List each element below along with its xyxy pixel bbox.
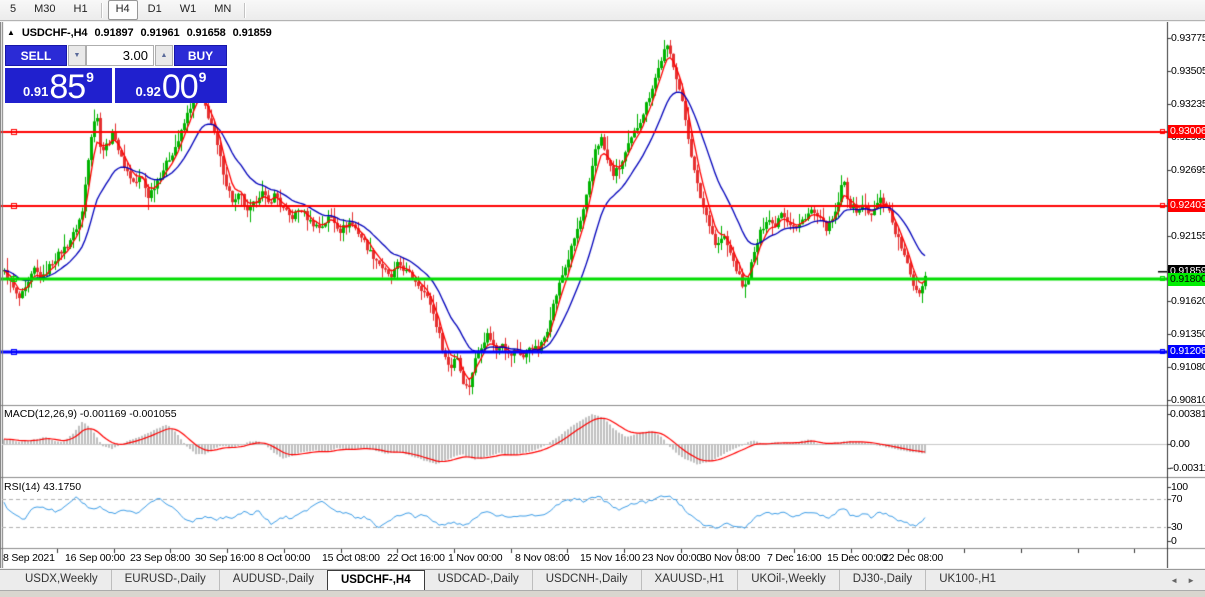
collapse-chart-icon[interactable]: ▲ xyxy=(7,28,15,38)
price-tick-label: 0.91080 xyxy=(1171,361,1205,373)
time-axis-label: 16 Sep 00:00 xyxy=(65,552,125,564)
chevron-down-icon: ▼ xyxy=(74,52,81,59)
one-click-trading-panel: SELL ▼ ▲ BUY 0.91 85 9 0.92 00 9 xyxy=(5,45,227,103)
rsi-scale-label: 100 xyxy=(1171,481,1188,493)
time-axis-label: 15 Oct 08:00 xyxy=(322,552,380,564)
ohlc-high: 0.91961 xyxy=(141,27,180,39)
time-axis-label: 15 Dec 00:00 xyxy=(827,552,887,564)
chart-tab-uk100-h1[interactable]: UK100-,H1 xyxy=(925,570,1009,590)
timeframe-button-w1[interactable]: W1 xyxy=(172,0,205,20)
tab-scroll-arrows: ◄► xyxy=(1170,570,1205,590)
timeframe-button-5[interactable]: 5 xyxy=(2,0,24,20)
time-axis-label: 15 Nov 16:00 xyxy=(580,552,640,564)
buy-price-big: 00 xyxy=(162,71,198,103)
price-tick-label: 0.91350 xyxy=(1171,328,1205,340)
chart-title: ▲ USDCHF-,H4 0.91897 0.91961 0.91658 0.9… xyxy=(7,27,272,39)
chart-tab-usdcnh-daily[interactable]: USDCNH-,Daily xyxy=(532,570,641,590)
sell-price-sup: 9 xyxy=(86,69,94,85)
ohlc-low: 0.91658 xyxy=(187,27,226,39)
ohlc-close: 0.91859 xyxy=(233,27,272,39)
macd-indicator-label: MACD(12,26,9) -0.001169 -0.001055 xyxy=(4,408,177,420)
price-tick-label: 0.92155 xyxy=(1171,230,1205,242)
ohlc-open: 0.91897 xyxy=(94,27,133,39)
price-tick-label: 0.93775 xyxy=(1171,32,1205,44)
sell-price-display[interactable]: 0.91 85 9 xyxy=(5,68,112,103)
time-axis-label: 30 Nov 08:00 xyxy=(700,552,760,564)
timeframe-button-m30[interactable]: M30 xyxy=(26,0,63,20)
time-axis-label: 23 Nov 00:00 xyxy=(642,552,702,564)
price-tick-label: 0.90810 xyxy=(1171,394,1205,406)
price-tick-label: 0.93505 xyxy=(1171,65,1205,77)
buy-price-sup: 9 xyxy=(199,69,207,85)
time-axis-label: 23 Sep 08:00 xyxy=(130,552,190,564)
sell-price-big: 85 xyxy=(49,71,85,103)
price-tick-label: 0.92695 xyxy=(1171,164,1205,176)
time-axis-label: 8 Sep 2021 xyxy=(3,552,55,564)
sell-button[interactable]: SELL xyxy=(5,45,67,66)
price-tick-label: 0.91620 xyxy=(1171,295,1205,307)
chart-tab-usdx-weekly[interactable]: USDX,Weekly xyxy=(12,570,111,590)
rsi-scale-label: 30 xyxy=(1171,521,1182,533)
macd-scale-label: -0.00311 xyxy=(1170,462,1205,474)
chart-tab-usdcad-daily[interactable]: USDCAD-,Daily xyxy=(425,570,532,590)
macd-scale-label: 0.003815 xyxy=(1170,408,1205,420)
price-line-label[interactable]: 0.91800 xyxy=(1168,273,1205,286)
time-axis-label: 22 Oct 16:00 xyxy=(387,552,445,564)
timeframe-button-d1[interactable]: D1 xyxy=(140,0,170,20)
time-axis-label: 22 Dec 08:00 xyxy=(883,552,943,564)
timeframe-toolbar: 5M30H1 H4D1W1MN xyxy=(0,0,1205,21)
status-strip xyxy=(0,590,1205,597)
price-tick-label: 0.93235 xyxy=(1171,98,1205,110)
buy-price-display[interactable]: 0.92 00 9 xyxy=(115,68,227,103)
mt4-terminal: { "toolbar": { "timeframes": ["5", "M30"… xyxy=(0,0,1205,597)
time-axis-label: 7 Dec 16:00 xyxy=(767,552,821,564)
toolbar-separator xyxy=(244,3,246,18)
rsi-scale-label: 70 xyxy=(1171,493,1182,505)
volume-increase-button[interactable]: ▲ xyxy=(155,45,173,66)
chart-tab-eurusd-daily[interactable]: EURUSD-,Daily xyxy=(111,570,219,590)
price-line-label[interactable]: 0.92403 xyxy=(1168,199,1205,212)
time-axis-label: 1 Nov 00:00 xyxy=(448,552,502,564)
volume-decrease-button[interactable]: ▼ xyxy=(68,45,86,66)
volume-input[interactable] xyxy=(86,45,154,66)
chart-window: ▲ USDCHF-,H4 0.91897 0.91961 0.91658 0.9… xyxy=(0,22,1205,568)
macd-scale-label: 0.00 xyxy=(1170,438,1190,450)
price-line-label[interactable]: 0.91206 xyxy=(1168,345,1205,358)
buy-button[interactable]: BUY xyxy=(174,45,227,66)
timeframe-button-h1[interactable]: H1 xyxy=(66,0,96,20)
sell-price-small: 0.91 xyxy=(23,84,48,99)
rsi-indicator-label: RSI(14) 43.1750 xyxy=(4,481,81,493)
rsi-scale-label: 0 xyxy=(1171,535,1177,547)
time-axis-label: 8 Oct 00:00 xyxy=(258,552,310,564)
timeframe-button-h4[interactable]: H4 xyxy=(108,0,138,20)
time-axis-label: 8 Nov 08:00 xyxy=(515,552,569,564)
time-axis-label: 30 Sep 16:00 xyxy=(195,552,255,564)
timeframe-button-mn[interactable]: MN xyxy=(206,0,239,20)
buy-price-small: 0.92 xyxy=(136,84,161,99)
chart-tab-dj30-daily[interactable]: DJ30-,Daily xyxy=(839,570,925,590)
chart-tab-usdchf-h4[interactable]: USDCHF-,H4 xyxy=(327,570,425,590)
price-line-label[interactable]: 0.93006 xyxy=(1168,125,1205,138)
chart-tab-xauusd-h1[interactable]: XAUUSD-,H1 xyxy=(641,570,738,590)
tab-scroll-right-icon[interactable]: ► xyxy=(1187,576,1195,585)
chart-symbol-label: USDCHF-,H4 xyxy=(22,27,88,39)
chart-tabs-bar: USDX,WeeklyEURUSD-,DailyAUDUSD-,DailyUSD… xyxy=(0,569,1205,590)
chart-tab-audusd-daily[interactable]: AUDUSD-,Daily xyxy=(219,570,327,590)
chart-tab-ukoil-weekly[interactable]: UKOil-,Weekly xyxy=(737,570,839,590)
toolbar-separator xyxy=(101,3,103,18)
tab-scroll-left-icon[interactable]: ◄ xyxy=(1170,576,1178,585)
chevron-up-icon: ▲ xyxy=(161,52,168,59)
